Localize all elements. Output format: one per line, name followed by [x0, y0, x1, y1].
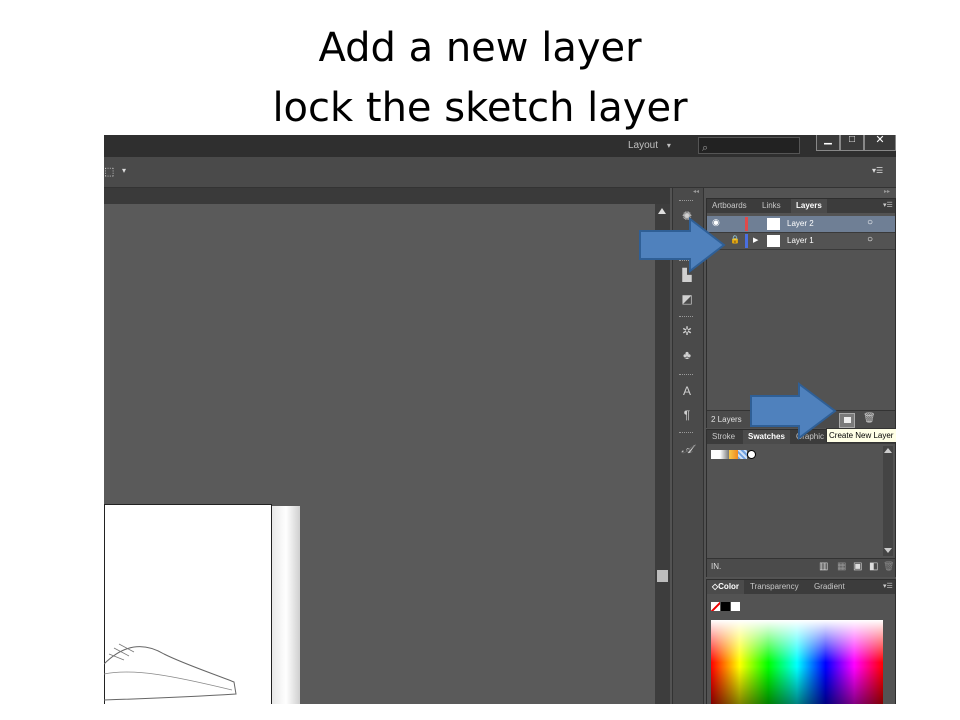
- layers-panel-tabs: Artboards Links Layers ▾☰: [707, 199, 895, 213]
- layer-row[interactable]: ◉ Layer 2 ○: [707, 216, 895, 233]
- panel-menu-icon[interactable]: ▾☰: [883, 582, 893, 590]
- minimize-icon: ▁: [824, 135, 832, 145]
- swatch-grid: [711, 450, 761, 460]
- app-title-bar: Layout ▾ ⌕ ▁ □ ✕: [104, 135, 896, 157]
- black-color-swatch[interactable]: [721, 602, 730, 611]
- tab-links[interactable]: Links: [757, 199, 786, 213]
- illustrator-screenshot: Layout ▾ ⌕ ▁ □ ✕ ⬚ ▾ ▾☰ ◂◂ ✺ ▙ ◩ ✲ ♣ A ¶…: [104, 135, 896, 704]
- new-color-group-icon[interactable]: ▣: [853, 561, 862, 572]
- opentype-icon[interactable]: 𝒜: [677, 440, 697, 458]
- tab-transparency[interactable]: Transparency: [745, 580, 804, 594]
- layer-count: 2 Layers: [711, 415, 742, 424]
- artboard-shadow: [272, 506, 300, 704]
- swatch-libraries-menu-icon[interactable]: IN.: [711, 562, 721, 571]
- workspace-label: Layout: [628, 140, 659, 151]
- show-swatch-kinds-icon[interactable]: ▥: [819, 561, 828, 572]
- arrow-callout-lock: [639, 217, 726, 273]
- document-tab-strip: [104, 188, 670, 204]
- right-panel-column: ▸▸ Artboards Links Layers ▾☰ ◉ Layer 2 ○: [704, 188, 896, 704]
- layer-name[interactable]: Layer 2: [787, 219, 814, 228]
- panel-menu-icon[interactable]: ▾☰: [883, 201, 893, 209]
- tab-layers[interactable]: Layers: [791, 199, 827, 213]
- maximize-icon: □: [848, 135, 856, 145]
- tab-color[interactable]: ◇Color: [707, 580, 745, 594]
- delete-swatch-icon[interactable]: 🗑: [883, 561, 894, 572]
- shoe-sketch-image: [104, 643, 237, 701]
- tab-gradient[interactable]: Gradient: [809, 580, 850, 594]
- lock-icon[interactable]: 🔒: [730, 235, 740, 244]
- workspace-switcher[interactable]: Layout ▾: [628, 138, 688, 154]
- new-layer-icon: [844, 417, 851, 423]
- lock-toggle[interactable]: [731, 217, 743, 231]
- layer-color-swatch: [745, 234, 748, 248]
- expand-panels-icon[interactable]: ▸▸: [884, 188, 890, 195]
- layer-name[interactable]: Layer 1: [787, 236, 814, 245]
- scroll-up-arrow-icon[interactable]: [884, 448, 892, 453]
- scroll-up-arrow-icon[interactable]: [658, 208, 666, 214]
- close-button[interactable]: ✕: [864, 135, 896, 151]
- swatches-panel-footer: IN. ▥ ▦ ▣ ◧ 🗑: [707, 558, 895, 577]
- scrollbar-thumb[interactable]: [657, 570, 668, 582]
- pathfinder-icon[interactable]: ◩: [677, 290, 697, 308]
- arrow-callout-new-layer: [750, 382, 837, 440]
- panel-menu-icon[interactable]: ▾☰: [872, 166, 883, 175]
- layer-thumbnail: [767, 235, 780, 247]
- swatch-gradient-orange[interactable]: [729, 450, 738, 459]
- vertical-scrollbar[interactable]: [655, 204, 670, 704]
- target-circle-icon[interactable]: ○: [867, 217, 873, 228]
- chevron-down-icon[interactable]: ▾: [122, 166, 126, 175]
- collapse-panels-icon[interactable]: ◂◂: [693, 188, 699, 195]
- scroll-down-arrow-icon[interactable]: [884, 548, 892, 553]
- layer-thumbnail: [767, 218, 780, 230]
- slide-title-line-2: lock the sketch layer: [272, 85, 688, 131]
- minimize-button[interactable]: ▁: [816, 135, 840, 151]
- swatches-panel: Stroke Swatches Graphic Styles IN. ▥ ▦ ▣: [706, 429, 896, 577]
- symbols-icon[interactable]: ♣: [677, 346, 697, 364]
- layer-color-swatch: [745, 217, 748, 231]
- swatch-gradient-gray[interactable]: [720, 450, 729, 459]
- close-icon: ✕: [875, 135, 885, 146]
- white-color-swatch[interactable]: [731, 602, 740, 611]
- canvas-area: [104, 204, 655, 704]
- search-icon: ⌕: [702, 142, 709, 154]
- slide-title-line-1: Add a new layer: [318, 25, 642, 71]
- color-panel: ◇Color Transparency Gradient ▾☰: [706, 579, 896, 704]
- swatch-none[interactable]: [711, 450, 720, 459]
- tab-artboards[interactable]: Artboards: [707, 199, 752, 213]
- search-field[interactable]: ⌕: [698, 137, 800, 154]
- swatch-pattern-dots[interactable]: [747, 450, 756, 459]
- character-icon[interactable]: A: [677, 382, 697, 400]
- create-new-layer-button[interactable]: [839, 413, 855, 428]
- none-color-swatch[interactable]: [711, 602, 720, 611]
- target-circle-icon[interactable]: ○: [867, 234, 873, 245]
- layer-row[interactable]: 🔒 ▶ Layer 1 ○: [707, 233, 895, 250]
- color-spectrum[interactable]: [711, 620, 883, 704]
- tab-stroke[interactable]: Stroke: [707, 430, 740, 444]
- swatch-pattern-blue[interactable]: [738, 450, 747, 459]
- swatches-scrollbar[interactable]: [883, 446, 893, 556]
- symbol-sprayer-icon[interactable]: ✲: [677, 322, 697, 340]
- chevron-down-icon: ▾: [666, 141, 671, 150]
- new-swatch-icon[interactable]: ◧: [869, 561, 878, 572]
- paragraph-icon[interactable]: ¶: [677, 406, 697, 424]
- delete-layer-icon[interactable]: 🗑: [863, 413, 876, 424]
- expand-triangle-icon[interactable]: ▶: [753, 236, 758, 244]
- swatch-options-icon[interactable]: ▦: [837, 561, 846, 572]
- maximize-button[interactable]: □: [840, 135, 864, 151]
- control-bar: ⬚ ▾ ▾☰: [104, 157, 896, 188]
- color-panel-tabs: ◇Color Transparency Gradient ▾☰: [707, 580, 895, 594]
- tool-icon[interactable]: ⬚: [104, 165, 114, 178]
